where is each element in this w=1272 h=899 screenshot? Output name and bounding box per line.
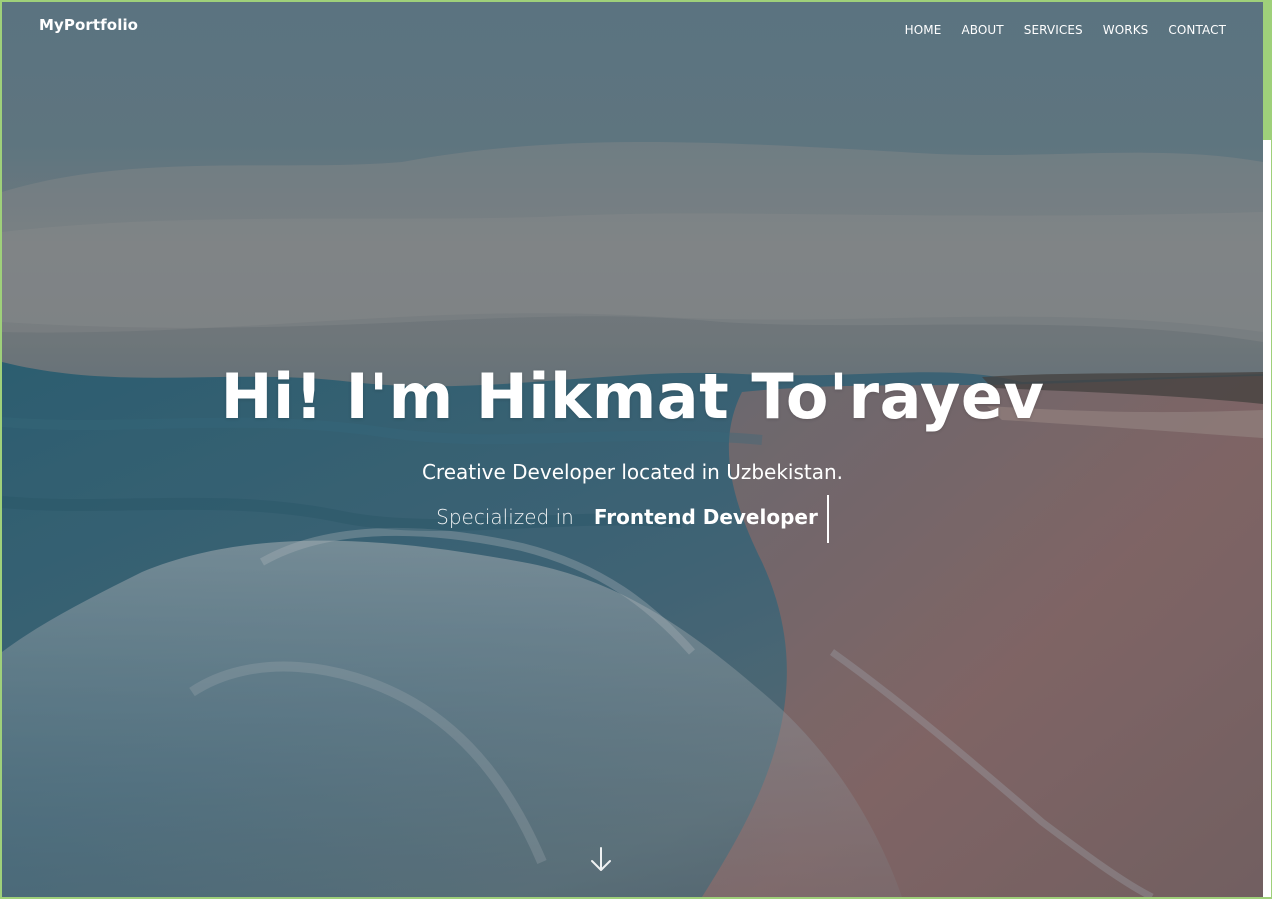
nav-item-services: SERVICES	[1024, 19, 1083, 38]
hero-subtitle: Creative Developer located in Uzbekistan…	[421, 460, 844, 484]
specialized-label: Specialized in	[436, 505, 574, 529]
nav-link-about[interactable]: ABOUT	[961, 23, 1003, 37]
hero-specialization: Specialized in Frontend Developer	[436, 493, 829, 543]
arrow-down-icon	[591, 847, 611, 871]
nav-item-contact: CONTACT	[1168, 19, 1226, 38]
nav-link-home[interactable]: HOME	[905, 23, 942, 37]
nav-item-works: WORKS	[1103, 19, 1149, 38]
typing-caret	[826, 495, 829, 543]
top-navbar: MyPortfolio HOME ABOUT SERVICES WORKS CO…	[2, 2, 1263, 54]
hero-section: Hi! I'm Hikmat To'rayev Creative Develop…	[2, 357, 1263, 543]
nav-link-contact[interactable]: CONTACT	[1168, 23, 1226, 37]
nav-link-works[interactable]: WORKS	[1103, 23, 1149, 37]
page-frame: MyPortfolio HOME ABOUT SERVICES WORKS CO…	[2, 2, 1263, 897]
nav-item-about: ABOUT	[961, 19, 1003, 38]
hero-title: Hi! I'm Hikmat To'rayev	[220, 360, 1045, 433]
specialized-role: Frontend Developer	[593, 505, 818, 529]
scroll-down-button[interactable]	[589, 846, 613, 874]
brand-logo-link[interactable]: MyPortfolio	[39, 16, 138, 34]
scrollbar-track[interactable]	[1263, 140, 1271, 897]
nav-link-services[interactable]: SERVICES	[1024, 23, 1083, 37]
nav-item-home: HOME	[905, 19, 942, 38]
nav-links: HOME ABOUT SERVICES WORKS CONTACT	[905, 19, 1226, 38]
